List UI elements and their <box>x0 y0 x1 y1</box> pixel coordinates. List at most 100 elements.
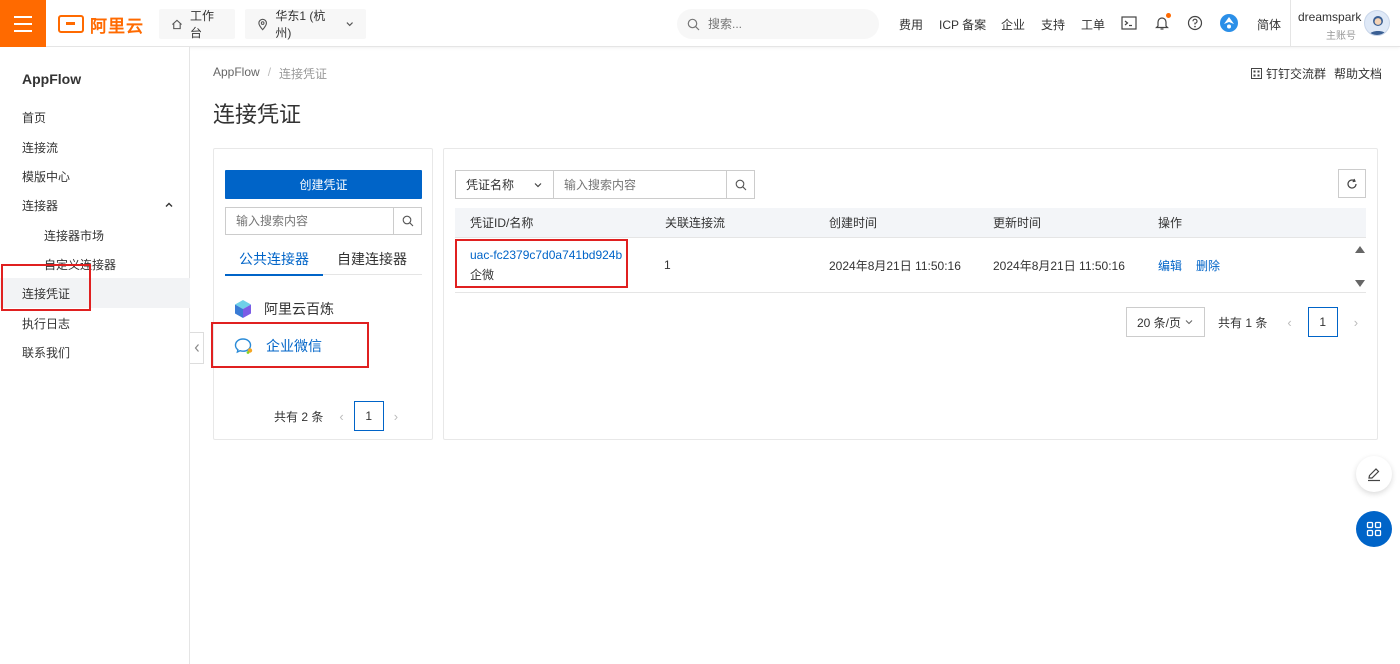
sidebar-item-templates[interactable]: 模版中心 <box>0 161 190 191</box>
highlight-box-connector <box>211 322 369 368</box>
terminal-icon[interactable] <box>1119 13 1139 33</box>
chevron-down-icon <box>534 182 542 187</box>
dingtalk-group-link[interactable]: 钉钉交流群 <box>1251 65 1326 82</box>
chevron-right-icon[interactable]: › <box>1354 315 1358 330</box>
sidebar-item-label: 联系我们 <box>22 345 71 360</box>
credential-panel: 凭证名称 凭证ID/名称 关联连接流 创建时间 更新时间 操作 uac-fc23… <box>443 148 1378 440</box>
scroll-up-arrow[interactable] <box>1355 246 1365 253</box>
workbench-label: 工作台 <box>189 9 214 40</box>
connector-item-bailian[interactable]: 阿里云百炼 <box>234 297 334 321</box>
credential-filter: 凭证名称 <box>455 170 755 199</box>
breadcrumb-current: 连接凭证 <box>279 67 328 81</box>
chevron-down-icon <box>1185 320 1193 325</box>
search-icon[interactable] <box>393 208 421 234</box>
aliyun-logo[interactable]: 阿里云 <box>58 12 144 36</box>
aliyun-logo-mark <box>58 15 84 33</box>
filter-field-label: 凭证名称 <box>466 178 515 192</box>
notification-dot <box>1166 13 1171 18</box>
sidebar-item-label: 模版中心 <box>22 169 71 184</box>
sidebar-item-flows[interactable]: 连接流 <box>0 132 190 162</box>
apps-grid-icon[interactable] <box>1356 511 1392 547</box>
page-size-select[interactable]: 20 条/页 <box>1126 307 1205 337</box>
sidebar-item-connectors[interactable]: 连接器 <box>0 190 190 220</box>
sidebar-collapse-button[interactable] <box>190 332 204 364</box>
sidebar-item-label: 连接器市场 <box>44 228 105 243</box>
sidebar-item-home[interactable]: 首页 <box>0 102 190 132</box>
breadcrumb-separator: / <box>267 65 272 79</box>
feedback-edit-icon[interactable] <box>1356 456 1392 492</box>
page-number[interactable]: 1 <box>1307 307 1338 337</box>
nav-ticket[interactable]: 工单 <box>1081 16 1105 33</box>
page-title: 连接凭证 <box>213 102 302 127</box>
column-header-created: 创建时间 <box>829 216 878 230</box>
refresh-icon[interactable] <box>1338 169 1366 198</box>
credential-actions: 编辑 删除 <box>1158 238 1220 292</box>
user-name[interactable]: dreamspark <box>1298 10 1361 24</box>
bell-icon[interactable] <box>1152 13 1172 33</box>
help-docs-label: 帮助文档 <box>1334 67 1383 81</box>
create-credential-button[interactable]: 创建凭证 <box>225 170 422 199</box>
region-selector[interactable]: 华东1 (杭州) <box>245 9 366 40</box>
chevron-right-icon[interactable]: › <box>394 409 398 424</box>
help-docs-link[interactable]: 帮助文档 <box>1334 65 1382 82</box>
nav-enterprise[interactable]: 企业 <box>1001 16 1025 33</box>
connector-panel: 创建凭证 公共连接器 自建连接器 阿里云百炼 企业微信 共有 2 条 ‹ 1 › <box>213 148 433 440</box>
credential-search-input[interactable] <box>554 171 726 198</box>
chevron-down-icon <box>346 22 353 27</box>
language-switch[interactable]: 简体 <box>1257 16 1281 33</box>
nav-icp[interactable]: ICP 备案 <box>939 16 986 33</box>
sidebar-item-connector-market[interactable]: 连接器市场 <box>0 220 190 250</box>
home-icon <box>172 19 182 29</box>
chevron-left-icon[interactable]: ‹ <box>1287 315 1291 330</box>
tab-custom-connectors[interactable]: 自建连接器 <box>323 247 421 275</box>
credential-created-time: 2024年8月21日 11:50:16 <box>829 258 961 273</box>
menu-icon[interactable] <box>0 0 46 47</box>
connector-search-input[interactable] <box>226 208 393 234</box>
header-divider <box>1290 0 1291 47</box>
help-icon[interactable] <box>1185 13 1205 33</box>
breadcrumb: AppFlow / 连接凭证 <box>213 65 327 82</box>
column-header-updated: 更新时间 <box>993 216 1042 230</box>
tab-public-connectors[interactable]: 公共连接器 <box>225 247 323 276</box>
qrcode-icon <box>1251 68 1262 79</box>
chevron-up-icon <box>165 202 173 207</box>
sidebar-item-logs[interactable]: 执行日志 <box>0 308 190 338</box>
region-label: 华东1 (杭州) <box>275 9 326 40</box>
logo-text: 阿里云 <box>90 16 144 36</box>
page-size-label: 20 条/页 <box>1137 315 1182 330</box>
workbench-button[interactable]: 工作台 <box>159 9 235 40</box>
global-search[interactable] <box>677 9 879 39</box>
column-header-id: 凭证ID/名称 <box>470 216 534 230</box>
chevron-left-icon[interactable]: ‹ <box>339 409 343 424</box>
sidebar-item-contact[interactable]: 联系我们 <box>0 337 190 367</box>
scroll-down-arrow[interactable] <box>1355 280 1365 287</box>
filter-field-select[interactable]: 凭证名称 <box>456 171 554 198</box>
connector-search <box>225 207 422 235</box>
connector-total: 共有 2 条 <box>274 409 324 424</box>
delete-button[interactable]: 删除 <box>1196 257 1220 274</box>
assistant-icon[interactable] <box>1219 13 1239 33</box>
location-pin-icon <box>258 18 267 31</box>
nav-billing[interactable]: 费用 <box>899 16 923 33</box>
credential-updated-time: 2024年8月21日 11:50:16 <box>993 258 1125 273</box>
connector-label: 阿里云百炼 <box>264 301 334 317</box>
edit-button[interactable]: 编辑 <box>1158 257 1182 274</box>
sidebar-item-label: 连接器 <box>22 198 59 213</box>
breadcrumb-root[interactable]: AppFlow <box>213 65 260 82</box>
column-header-flows: 关联连接流 <box>665 216 726 230</box>
dingtalk-link-label: 钉钉交流群 <box>1266 67 1327 81</box>
nav-support[interactable]: 支持 <box>1041 16 1065 33</box>
avatar[interactable] <box>1364 10 1390 36</box>
global-search-input[interactable] <box>708 17 858 31</box>
page-number[interactable]: 1 <box>353 401 384 431</box>
credential-pagination: 共有 1 条 ‹ 1 › <box>1218 307 1358 337</box>
table-header: 凭证ID/名称 关联连接流 创建时间 更新时间 操作 <box>455 208 1366 238</box>
credential-flow-count: 1 <box>664 258 671 272</box>
highlight-box-credential <box>455 239 628 288</box>
connector-pagination: 共有 2 条 ‹ 1 › <box>274 401 398 431</box>
top-bar: 阿里云 工作台 华东1 (杭州) 费用 ICP 备案 企业 支持 工单 简体 d… <box>0 0 1400 47</box>
credential-total: 共有 1 条 <box>1218 315 1268 330</box>
search-icon[interactable] <box>726 171 754 198</box>
sidebar-item-label: 执行日志 <box>22 316 71 331</box>
sidebar-item-label: 连接流 <box>22 140 59 155</box>
